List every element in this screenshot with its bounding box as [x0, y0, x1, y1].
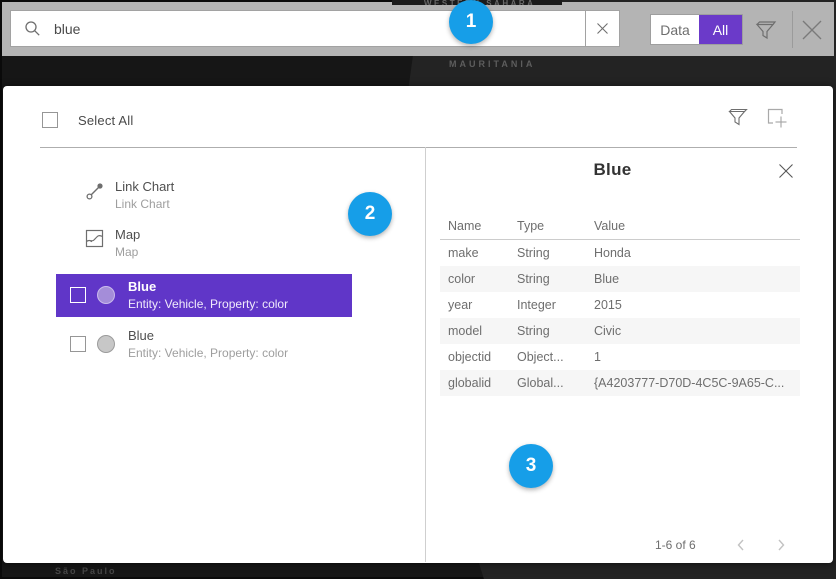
- toggle-option-all[interactable]: All: [699, 15, 742, 44]
- annotation-badge-2: 2: [348, 192, 392, 236]
- cell-name: year: [440, 298, 517, 312]
- list-item-title: Blue: [128, 328, 288, 343]
- pagination-label: 1-6 of 6: [655, 538, 696, 552]
- search-box[interactable]: [10, 10, 586, 47]
- list-item-blue[interactable]: Blue Entity: Vehicle, Property: color: [56, 323, 352, 366]
- header-divider: [40, 147, 797, 148]
- search-input[interactable]: [54, 21, 585, 37]
- cell-name: objectid: [440, 350, 517, 364]
- cell-type: String: [517, 272, 594, 286]
- cell-value: Honda: [594, 246, 800, 260]
- select-all-row: Select All: [42, 112, 133, 128]
- previous-page-icon[interactable]: [733, 537, 749, 553]
- table-row: color String Blue: [440, 266, 800, 292]
- cell-type: Integer: [517, 298, 594, 312]
- next-page-icon[interactable]: [773, 537, 789, 553]
- list-item-blue-selected[interactable]: Blue Entity: Vehicle, Property: color: [56, 274, 352, 317]
- list-item-title: Map: [115, 227, 140, 242]
- list-detail-divider: [425, 147, 426, 562]
- cell-value: Blue: [594, 272, 800, 286]
- entity-dot-icon: [97, 286, 115, 304]
- cell-name: color: [440, 272, 517, 286]
- cell-name: model: [440, 324, 517, 338]
- pagination: 1-6 of 6: [425, 532, 800, 558]
- detail-close-icon[interactable]: [777, 162, 795, 180]
- list-item-subtitle: Entity: Vehicle, Property: color: [128, 346, 288, 360]
- list-item-subtitle: Link Chart: [115, 197, 174, 211]
- cell-name: make: [440, 246, 517, 260]
- entity-dot-icon: [97, 335, 115, 353]
- table-header: Name Type Value: [440, 212, 800, 240]
- cell-type: Object...: [517, 350, 594, 364]
- add-to-selection-icon[interactable]: [765, 106, 789, 130]
- cell-type: String: [517, 246, 594, 260]
- toggle-option-data[interactable]: Data: [651, 15, 699, 44]
- clear-search-button[interactable]: [585, 10, 620, 47]
- table-row: make String Honda: [440, 240, 800, 266]
- search-results-panel: Select All Link Chart Link Chart: [3, 86, 833, 563]
- toolbar-divider: [792, 11, 793, 48]
- cell-value: {A4203777-D70D-4C5C-9A65-C...: [594, 376, 800, 390]
- detail-title: Blue: [425, 160, 800, 180]
- column-header-type: Type: [517, 219, 594, 233]
- select-all-checkbox[interactable]: [42, 112, 58, 128]
- list-item-title: Link Chart: [115, 179, 174, 194]
- clear-x-icon: [596, 22, 609, 35]
- search-icon: [24, 20, 41, 37]
- column-header-name: Name: [440, 219, 517, 233]
- filter-icon[interactable]: [753, 18, 777, 42]
- list-item-subtitle: Map: [115, 245, 140, 259]
- attributes-table: Name Type Value make String Honda color …: [440, 212, 800, 396]
- list-item-subtitle: Entity: Vehicle, Property: color: [128, 297, 288, 311]
- item-checkbox[interactable]: [70, 336, 86, 352]
- cell-type: String: [517, 324, 594, 338]
- cell-value: Civic: [594, 324, 800, 338]
- select-all-label: Select All: [78, 113, 133, 128]
- table-row: objectid Object... 1: [440, 344, 800, 370]
- cell-value: 2015: [594, 298, 800, 312]
- link-chart-icon: [85, 181, 105, 201]
- search-toolbar: Data All: [2, 2, 834, 56]
- scope-toggle: Data All: [650, 14, 743, 45]
- annotation-badge-1: 1: [449, 0, 493, 44]
- map-label-sao-paulo: São Paulo: [55, 566, 117, 576]
- cell-name: globalid: [440, 376, 517, 390]
- map-label-mauritania: MAURITANIA: [449, 59, 535, 69]
- list-item-title: Blue: [128, 279, 288, 294]
- item-checkbox[interactable]: [70, 287, 86, 303]
- close-search-icon[interactable]: [799, 17, 825, 43]
- results-filter-icon[interactable]: [726, 106, 748, 128]
- table-row: model String Civic: [440, 318, 800, 344]
- column-header-value: Value: [594, 219, 800, 233]
- map-label-western-sahara: WESTERN SAHARA: [424, 0, 562, 5]
- table-row: globalid Global... {A4203777-D70D-4C5C-9…: [440, 370, 800, 396]
- app-window: MAURITANIA São Paulo WESTERN SAHARA Data…: [0, 0, 836, 579]
- cell-value: 1: [594, 350, 800, 364]
- cell-type: Global...: [517, 376, 594, 390]
- table-row: year Integer 2015: [440, 292, 800, 318]
- list-item-map[interactable]: Map Map: [56, 227, 351, 263]
- map-icon: [85, 229, 104, 248]
- list-item-link-chart[interactable]: Link Chart Link Chart: [56, 179, 351, 215]
- annotation-badge-3: 3: [509, 444, 553, 488]
